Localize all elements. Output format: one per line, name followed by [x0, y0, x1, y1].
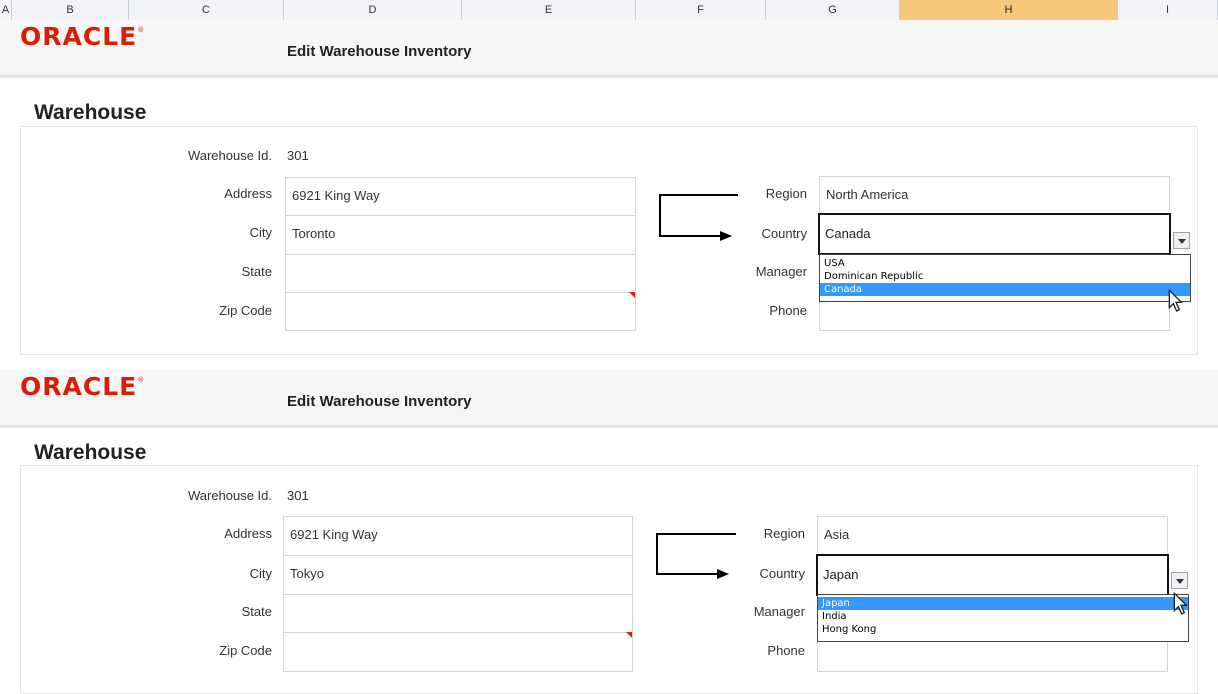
zip-code-label: Zip Code: [219, 643, 272, 658]
page-title: Edit Warehouse Inventory: [287, 43, 472, 60]
spreadsheet-column-headers: A B C D E F G H I: [0, 0, 1218, 21]
column-header-c[interactable]: C: [129, 0, 284, 20]
zip-code-field[interactable]: [285, 292, 636, 331]
arrow-connector: [659, 194, 661, 237]
warehouse-id-value: 301: [287, 148, 309, 163]
city-field[interactable]: Toronto: [285, 215, 636, 254]
arrow-connector: [659, 194, 738, 196]
country-option-india[interactable]: India: [818, 610, 1188, 623]
country-option-dominican-republic[interactable]: Dominican Republic: [820, 270, 1190, 283]
address-field[interactable]: 6921 King Way: [283, 516, 633, 555]
brand-name: ORACLE: [20, 22, 138, 51]
phone-label: Phone: [767, 643, 805, 658]
arrow-head-icon: [720, 231, 732, 241]
state-field[interactable]: [285, 254, 636, 292]
page-title: Edit Warehouse Inventory: [287, 393, 472, 410]
chevron-down-icon[interactable]: [1173, 232, 1190, 249]
column-header-d[interactable]: D: [284, 0, 462, 20]
zip-code-label: Zip Code: [219, 303, 272, 318]
warehouse-id-value: 301: [287, 488, 309, 503]
manager-label: Manager: [753, 604, 805, 619]
arrow-connector: [656, 533, 736, 535]
country-option-japan[interactable]: Japan: [818, 597, 1188, 610]
header-band: ORACLE® Edit Warehouse Inventory: [0, 370, 1218, 428]
comment-marker-icon: [629, 292, 635, 298]
region-field[interactable]: North America: [819, 176, 1170, 215]
mouse-pointer-icon: [1173, 592, 1188, 615]
address-field[interactable]: 6921 King Way: [285, 177, 636, 215]
country-dropdown-list: Japan India Hong Kong: [817, 594, 1189, 642]
header-band: ORACLE® Edit Warehouse Inventory: [0, 20, 1218, 78]
manager-label: Manager: [755, 264, 807, 279]
city-field[interactable]: Tokyo: [283, 555, 633, 594]
state-label: State: [241, 264, 272, 279]
oracle-logo: ORACLE®: [20, 372, 146, 401]
address-label: Address: [224, 186, 272, 201]
arrow-connector: [656, 533, 658, 575]
country-option-canada[interactable]: Canada: [820, 283, 1190, 296]
region-field[interactable]: Asia: [817, 516, 1168, 555]
country-label: Country: [761, 226, 807, 241]
mouse-pointer-icon: [1168, 289, 1183, 312]
section-title: Warehouse: [34, 101, 147, 124]
column-header-e[interactable]: E: [462, 0, 636, 20]
city-label: City: [249, 566, 272, 581]
state-field[interactable]: [283, 594, 633, 632]
section-title: Warehouse: [34, 441, 147, 464]
column-header-b[interactable]: B: [12, 0, 129, 20]
brand-name: ORACLE: [20, 372, 138, 401]
oracle-logo: ORACLE®: [20, 22, 146, 51]
country-select[interactable]: Japan: [816, 554, 1169, 596]
warehouse-id-label: Warehouse Id.: [187, 488, 272, 503]
warehouse-id-label: Warehouse Id.: [187, 148, 272, 163]
country-option-hong-kong[interactable]: Hong Kong: [818, 623, 1188, 636]
column-header-h[interactable]: H: [900, 0, 1118, 20]
address-label: Address: [224, 526, 272, 541]
comment-marker-icon: [626, 632, 632, 638]
column-header-a[interactable]: A: [0, 0, 12, 20]
zip-code-field[interactable]: [283, 632, 633, 672]
column-header-i[interactable]: I: [1118, 0, 1218, 20]
phone-label: Phone: [769, 303, 807, 318]
country-option-usa[interactable]: USA: [820, 257, 1190, 270]
column-header-f[interactable]: F: [636, 0, 766, 20]
country-dropdown-list: USA Dominican Republic Canada: [819, 254, 1191, 302]
arrow-head-icon: [717, 569, 729, 579]
city-label: City: [249, 225, 272, 240]
arrow-connector: [659, 235, 721, 237]
state-label: State: [241, 604, 272, 619]
chevron-down-icon[interactable]: [1171, 572, 1188, 589]
column-header-g[interactable]: G: [766, 0, 900, 20]
country-select[interactable]: Canada: [818, 213, 1171, 255]
arrow-connector: [656, 573, 718, 575]
